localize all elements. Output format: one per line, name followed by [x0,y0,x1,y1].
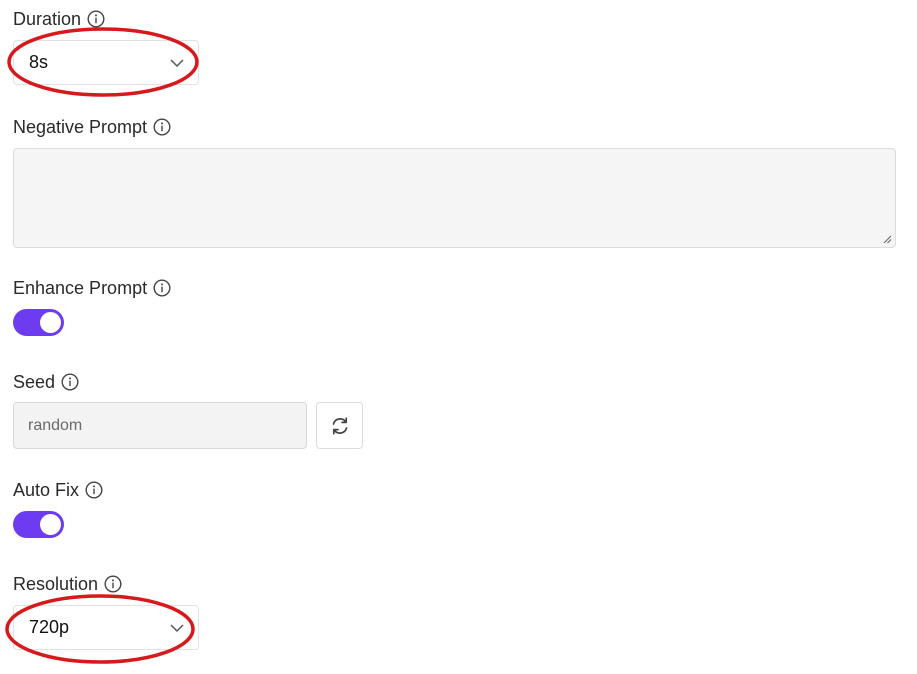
resolution-select[interactable]: 720p [13,605,199,650]
chevron-down-icon [170,58,184,67]
negative-prompt-textarea[interactable] [13,148,896,248]
chevron-down-icon [170,623,184,632]
refresh-icon [332,416,347,435]
resolution-label-row: Resolution [13,573,122,595]
negative-prompt-label-row: Negative Prompt [13,116,171,138]
resolution-selected-value: 720p [29,617,70,637]
enhance-prompt-label-row: Enhance Prompt [13,277,171,299]
refresh-seed-button[interactable] [316,402,363,449]
enhance-prompt-toggle[interactable] [13,309,64,336]
info-icon[interactable] [153,118,171,136]
duration-selected-value: 8s [29,52,49,72]
info-icon[interactable] [104,575,122,593]
info-icon[interactable] [153,279,171,297]
duration-label-row: Duration [13,8,105,30]
auto-fix-label: Auto Fix [13,479,80,500]
seed-input[interactable]: random [13,402,307,449]
duration-select[interactable]: 8s [13,40,199,85]
enhance-prompt-label: Enhance Prompt [13,277,148,298]
seed-placeholder: random [28,416,83,434]
resolution-label: Resolution [13,573,99,594]
info-icon[interactable] [61,373,79,391]
auto-fix-toggle[interactable] [13,511,64,538]
toggle-knob [40,514,61,535]
seed-label: Seed [13,371,56,392]
info-icon[interactable] [85,481,103,499]
negative-prompt-label: Negative Prompt [13,116,148,137]
settings-panel: Duration 8s Negative Prompt Enhance Prom… [0,0,917,674]
info-icon[interactable] [87,10,105,28]
resize-handle-icon[interactable] [882,234,892,244]
auto-fix-label-row: Auto Fix [13,479,103,501]
duration-label: Duration [13,8,82,29]
seed-label-row: Seed [13,371,79,393]
toggle-knob [40,312,61,333]
